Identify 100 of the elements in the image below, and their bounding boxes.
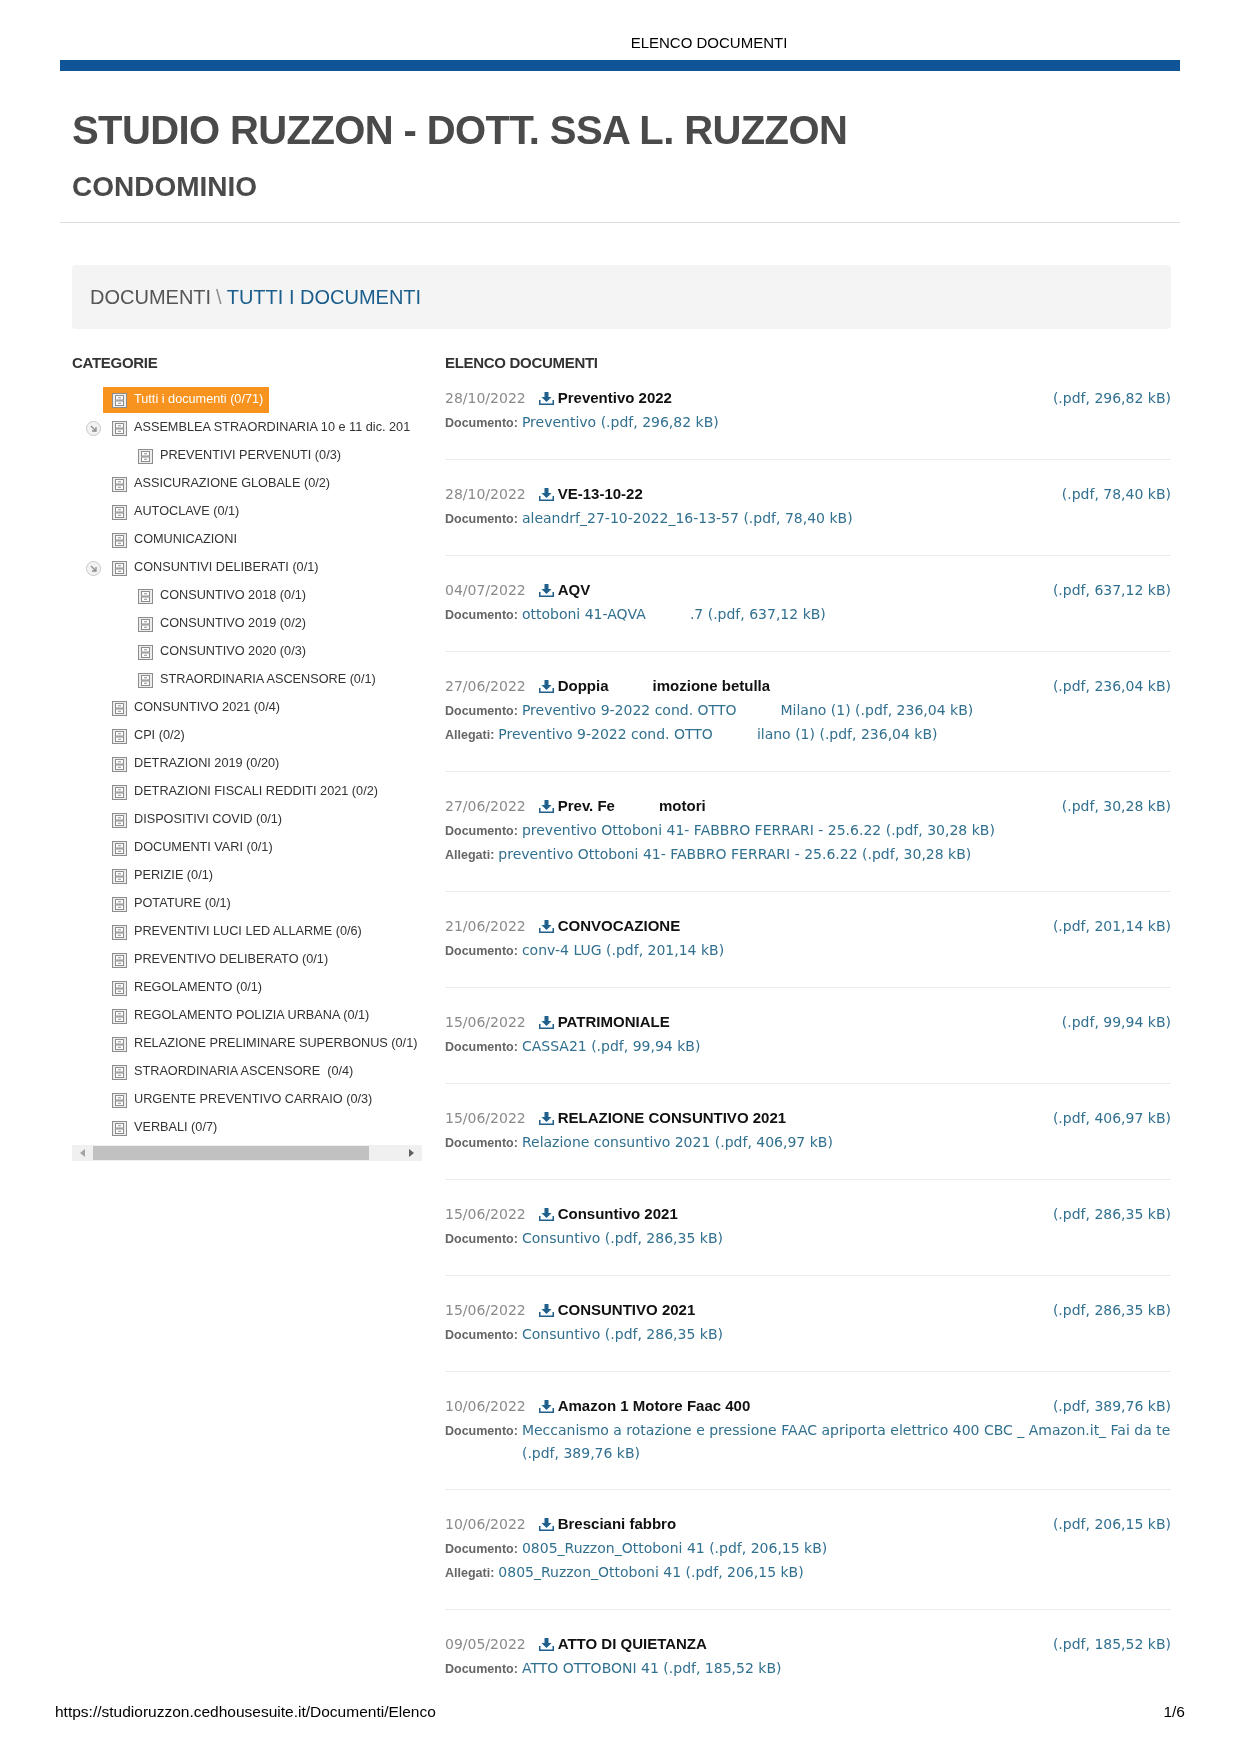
category-item[interactable]: CONSUNTIVO 2021 (0/4) bbox=[103, 695, 286, 721]
expand-toggle-icon[interactable] bbox=[86, 560, 101, 576]
download-icon[interactable] bbox=[538, 487, 554, 501]
document-title-link[interactable]: AQV bbox=[538, 578, 591, 602]
download-icon[interactable] bbox=[538, 583, 554, 597]
file-link[interactable]: Preventivo (.pdf, 296,82 kB) bbox=[521, 411, 719, 434]
file-size-link[interactable]: (.pdf, 286,35 kB) bbox=[1052, 1203, 1171, 1225]
category-item[interactable]: DETRAZIONI 2019 (0/20) bbox=[103, 751, 286, 777]
document-date: 15/06/2022 bbox=[445, 1012, 526, 1032]
category-item[interactable]: PERIZIE (0/1) bbox=[103, 863, 219, 889]
breadcrumb-link[interactable]: DOCUMENTI bbox=[90, 285, 212, 309]
document-title-link[interactable]: Bresciani fabbro bbox=[538, 1512, 677, 1536]
document-title-link[interactable]: ATTO DI QUIETANZA bbox=[538, 1632, 707, 1656]
category-item[interactable]: CPI (0/2) bbox=[103, 723, 191, 749]
file-size-link[interactable]: (.pdf, 30,28 kB) bbox=[1061, 795, 1171, 817]
category-item[interactable]: REGOLAMENTO POLIZIA URBANA (0/1) bbox=[103, 1003, 376, 1029]
file-link[interactable]: preventivo Ottoboni 41- FABBRO FERRARI - 25.6.22 (.pdf, 30,28 kB) bbox=[521, 819, 995, 842]
document-title-link[interactable]: Doppia imozione betulla bbox=[538, 674, 771, 698]
file-link[interactable]: Consuntivo (.pdf, 286,35 kB) bbox=[521, 1323, 723, 1346]
file-size-link[interactable]: (.pdf, 78,40 kB) bbox=[1061, 483, 1171, 505]
document-title-link[interactable]: Amazon 1 Motore Faac 400 bbox=[538, 1394, 751, 1418]
scroll-right-icon[interactable] bbox=[409, 1149, 414, 1157]
drawers-icon bbox=[112, 980, 127, 996]
scrollbar-thumb[interactable] bbox=[93, 1146, 369, 1160]
download-icon[interactable] bbox=[538, 679, 554, 693]
category-item[interactable]: DETRAZIONI FISCALI REDDITI 2021 (0/2) bbox=[103, 779, 384, 805]
file-size-link[interactable]: (.pdf, 389,76 kB) bbox=[1052, 1395, 1171, 1417]
download-icon[interactable] bbox=[538, 391, 554, 405]
document-title-link[interactable]: Preventivo 2022 bbox=[538, 386, 672, 410]
category-item[interactable]: CONSUNTIVO 2020 (0/3) bbox=[129, 639, 312, 665]
download-icon[interactable] bbox=[538, 799, 554, 813]
file-link[interactable]: 0805_Ruzzon_Ottoboni 41 (.pdf, 206,15 kB) bbox=[498, 1561, 804, 1584]
category-item[interactable]: URGENTE PREVENTIVO CARRAIO (0/3) bbox=[103, 1087, 379, 1113]
file-link[interactable]: ATTO OTTOBONI 41 (.pdf, 185,52 kB) bbox=[521, 1657, 782, 1680]
file-link[interactable]: Relazione consuntivo 2021 (.pdf, 406,97 kB) bbox=[521, 1131, 833, 1154]
category-item[interactable]: CONSUNTIVO 2018 (0/1) bbox=[129, 583, 312, 609]
category-item[interactable]: ASSEMBLEA STRAORDINARIA 10 e 11 dic. 201 bbox=[103, 415, 417, 441]
category-item[interactable]: POTATURE (0/1) bbox=[103, 891, 237, 917]
category-item[interactable]: CONSUNTIVO 2019 (0/2) bbox=[129, 611, 312, 637]
file-size-link[interactable]: (.pdf, 286,35 kB) bbox=[1052, 1299, 1171, 1321]
document-title-link[interactable]: Prev. Fe motori bbox=[538, 794, 706, 818]
file-link[interactable]: Preventivo 9-2022 cond. OTTO ilano (1) (.pdf, 236,04 kB) bbox=[498, 723, 938, 746]
file-link[interactable]: Preventivo 9-2022 cond. OTTO Milano (1) (.pdf, 236,04 kB) bbox=[521, 699, 974, 722]
category-item[interactable]: PREVENTIVO DELIBERATO (0/1) bbox=[103, 947, 335, 973]
document-title-link[interactable]: VE-13-10-22 bbox=[538, 482, 643, 506]
category-item[interactable]: CONSUNTIVI DELIBERATI (0/1) bbox=[103, 555, 325, 581]
category-item[interactable]: VERBALI (0/7) bbox=[103, 1115, 224, 1141]
breadcrumb-link[interactable]: TUTTI I DOCUMENTI bbox=[226, 285, 422, 309]
document-title-link[interactable]: Consuntivo 2021 bbox=[538, 1202, 678, 1226]
document-title-link[interactable]: CONSUNTIVO 2021 bbox=[538, 1298, 696, 1322]
file-link[interactable]: ottoboni 41-AQVA .7 (.pdf, 637,12 kB) bbox=[521, 603, 826, 626]
file-size-link[interactable]: (.pdf, 236,04 kB) bbox=[1052, 675, 1171, 697]
drawers-icon bbox=[112, 924, 127, 940]
file-size-link[interactable]: (.pdf, 296,82 kB) bbox=[1052, 387, 1171, 409]
site-title: STUDIO RUZZON - DOTT. SSA L. RUZZON bbox=[72, 107, 848, 154]
document-title-link[interactable]: CONVOCAZIONE bbox=[538, 914, 681, 938]
file-link[interactable]: conv-4 LUG (.pdf, 201,14 kB) bbox=[521, 939, 725, 962]
category-item[interactable]: ASSICURAZIONE GLOBALE (0/2) bbox=[103, 471, 336, 497]
file-label: Documento: bbox=[445, 415, 518, 432]
expand-toggle-icon[interactable] bbox=[86, 420, 101, 436]
download-icon[interactable] bbox=[538, 1517, 554, 1531]
download-icon[interactable] bbox=[538, 1207, 554, 1221]
category-item[interactable]: DISPOSITIVI COVID (0/1) bbox=[103, 807, 289, 833]
file-size-link[interactable]: (.pdf, 185,52 kB) bbox=[1052, 1633, 1171, 1655]
file-link[interactable]: CASSA21 (.pdf, 99,94 kB) bbox=[521, 1035, 701, 1058]
file-size-link[interactable]: (.pdf, 99,94 kB) bbox=[1061, 1011, 1171, 1033]
category-item[interactable]: PREVENTIVI LUCI LED ALLARME (0/6) bbox=[103, 919, 368, 945]
download-icon[interactable] bbox=[538, 1637, 554, 1651]
category-item[interactable]: REGOLAMENTO (0/1) bbox=[103, 975, 269, 1001]
drawers-icon bbox=[112, 728, 127, 744]
download-icon[interactable] bbox=[538, 1111, 554, 1125]
breadcrumb-separator: \ bbox=[216, 285, 222, 309]
file-size-link[interactable]: (.pdf, 206,15 kB) bbox=[1052, 1513, 1171, 1535]
category-item[interactable]: RELAZIONE PRELIMINARE SUPERBONUS (0/1) bbox=[103, 1031, 424, 1057]
download-icon[interactable] bbox=[538, 1399, 554, 1413]
file-link[interactable]: aleandrf_27-10-2022_16-13-57 (.pdf, 78,40 kB) bbox=[521, 507, 853, 530]
download-icon[interactable] bbox=[538, 1015, 554, 1029]
file-link[interactable]: 0805_Ruzzon_Ottoboni 41 (.pdf, 206,15 kB) bbox=[521, 1537, 828, 1560]
category-item[interactable]: DOCUMENTI VARI (0/1) bbox=[103, 835, 279, 861]
file-label: Documento: bbox=[445, 1327, 518, 1344]
drawers-icon bbox=[138, 644, 153, 660]
category-item[interactable]: AUTOCLAVE (0/1) bbox=[103, 499, 246, 525]
file-link[interactable]: preventivo Ottoboni 41- FABBRO FERRARI - 25.6.22 (.pdf, 30,28 kB) bbox=[498, 843, 972, 866]
file-link[interactable]: Meccanismo a rotazione e pressione FAAC apriporta elettrico 400 CBC _ Amazon.it_ Fai da te (.pdf, 389,76 kB) bbox=[521, 1419, 1171, 1465]
document-title-link[interactable]: RELAZIONE CONSUNTIVO 2021 bbox=[538, 1106, 787, 1130]
file-size-link[interactable]: (.pdf, 201,14 kB) bbox=[1052, 915, 1171, 937]
file-link[interactable]: Consuntivo (.pdf, 286,35 kB) bbox=[521, 1227, 723, 1250]
download-icon[interactable] bbox=[538, 1303, 554, 1317]
download-icon[interactable] bbox=[538, 919, 554, 933]
file-size-link[interactable]: (.pdf, 637,12 kB) bbox=[1052, 579, 1171, 601]
file-size-link[interactable]: (.pdf, 406,97 kB) bbox=[1052, 1107, 1171, 1129]
category-item[interactable]: COMUNICAZIONI bbox=[103, 527, 243, 553]
category-item[interactable]: STRAORDINARIA ASCENSORE (0/4) bbox=[103, 1059, 360, 1085]
file-label: Documento: bbox=[445, 1135, 518, 1152]
document-title-link[interactable]: PATRIMONIALE bbox=[538, 1010, 670, 1034]
category-item[interactable]: PREVENTIVI PERVENUTI (0/3) bbox=[129, 443, 347, 469]
drawers-icon bbox=[112, 532, 127, 548]
category-item[interactable]: STRAORDINARIA ASCENSORE (0/1) bbox=[129, 667, 382, 693]
drawers-icon bbox=[112, 812, 127, 828]
drawers-icon bbox=[112, 420, 127, 436]
